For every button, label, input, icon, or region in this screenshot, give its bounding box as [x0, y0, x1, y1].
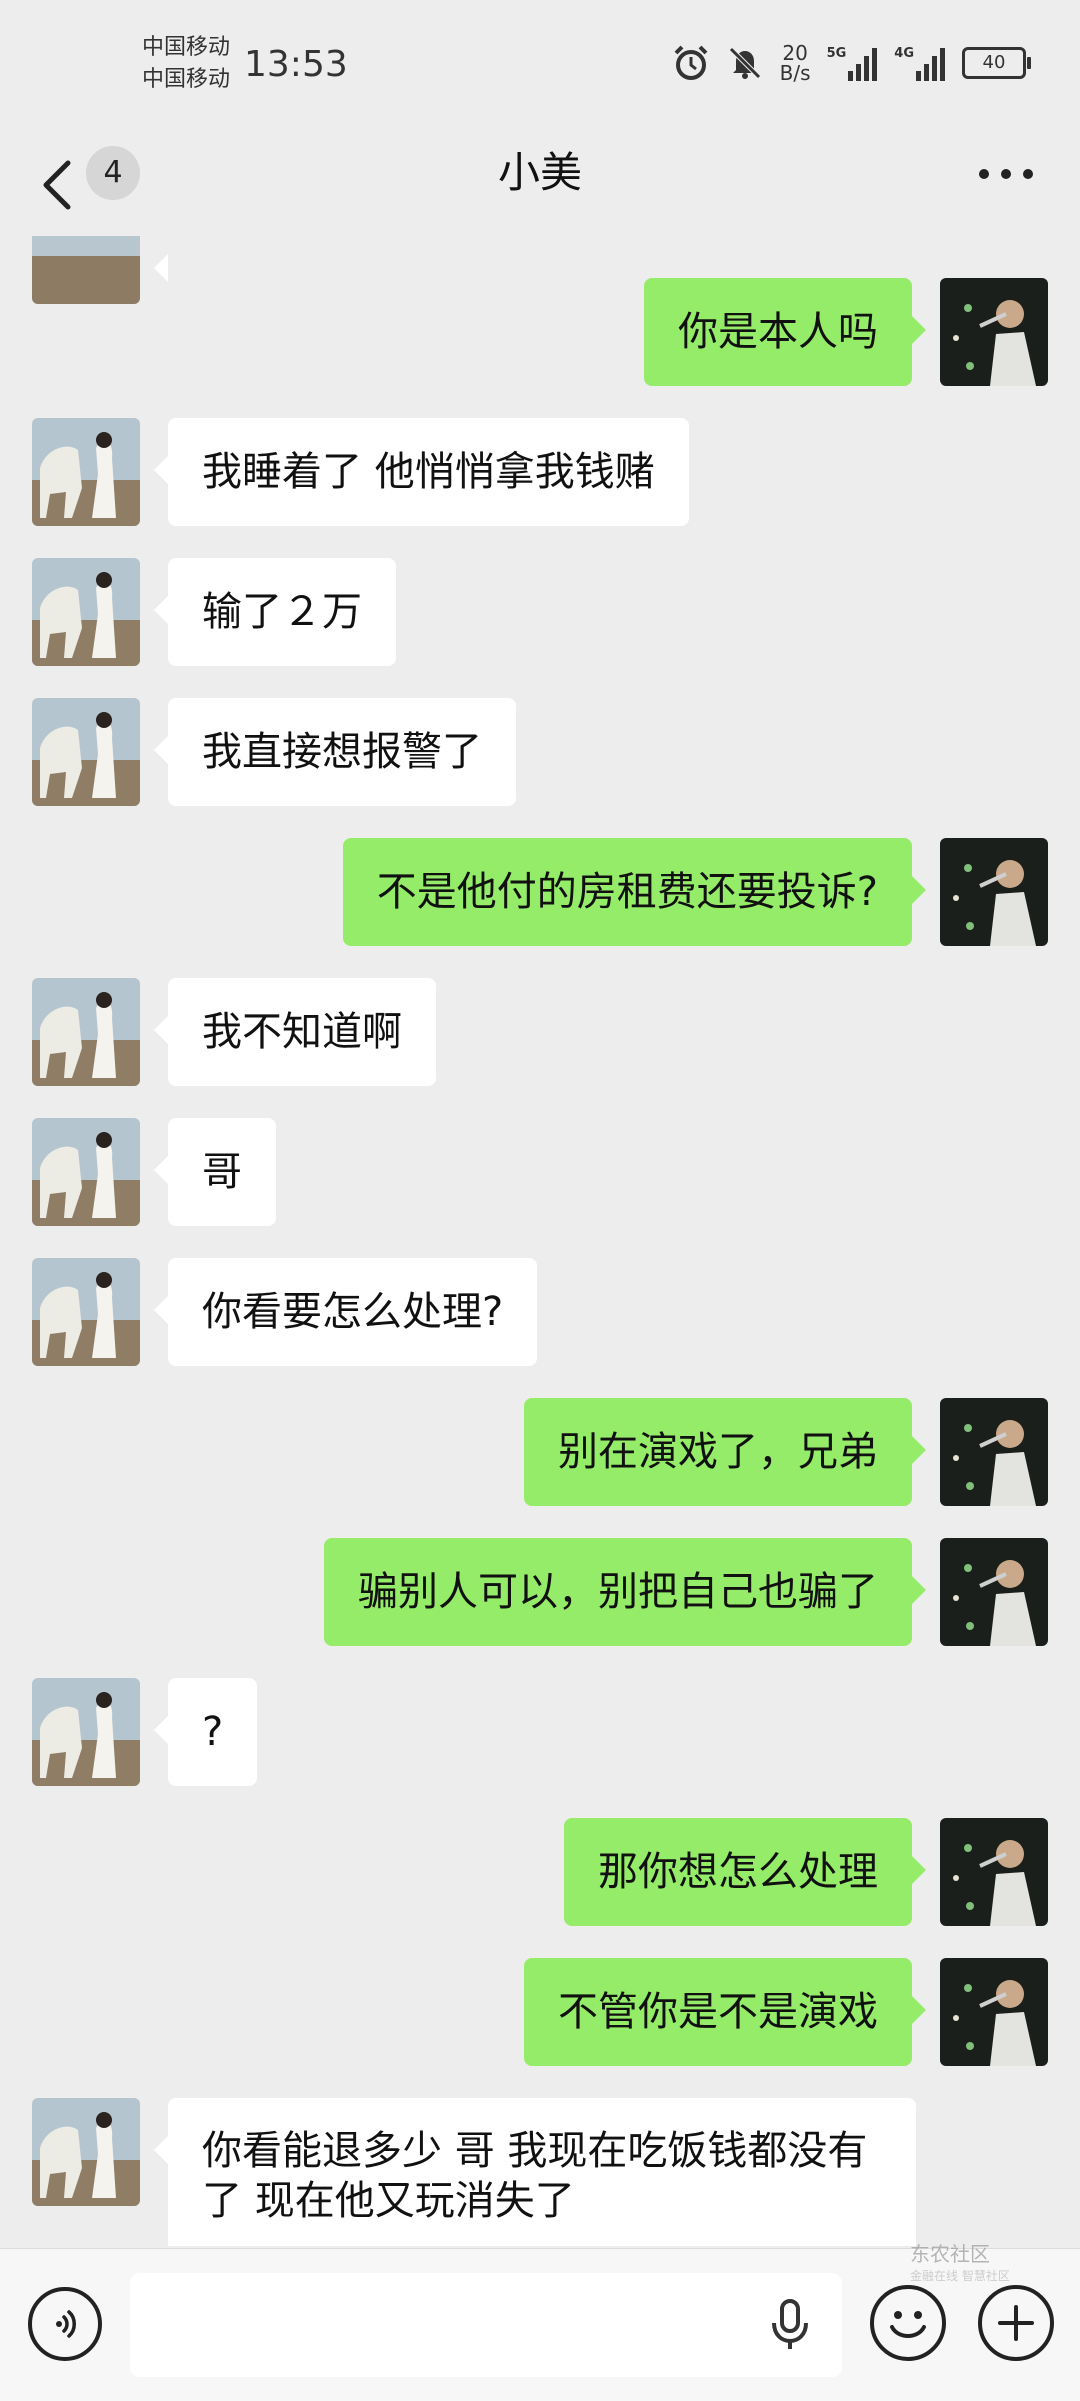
my-avatar[interactable]	[940, 278, 1048, 386]
carrier-1: 中国移动	[142, 35, 231, 60]
contact-avatar[interactable]	[32, 1118, 140, 1226]
my-avatar[interactable]	[940, 838, 1048, 946]
voice-icon	[56, 2310, 76, 2338]
contact-avatar-image	[32, 1678, 140, 1786]
contact-avatar[interactable]	[32, 1258, 140, 1366]
signal-bars-icon	[848, 47, 878, 81]
message-bubble-outgoing[interactable]: 那你想怎么处理	[564, 1818, 926, 1926]
contact-avatar-image	[32, 1258, 140, 1366]
watermark: 东农社区 金融在线 智慧社区	[910, 2238, 1010, 2284]
contact-avatar[interactable]	[32, 2098, 140, 2206]
alarm-icon	[674, 45, 708, 80]
message-bubble-outgoing[interactable]: 不是他付的房租费还要投诉?	[342, 838, 927, 946]
my-avatar-image	[940, 1538, 1048, 1646]
emoji-icon	[890, 2311, 926, 2338]
message-bubble-outgoing[interactable]: 别在演戏了，兄弟	[524, 1398, 926, 1506]
signal-4g-label: 4G	[894, 45, 914, 61]
plus-icon	[998, 2305, 1034, 2341]
my-avatar-image	[940, 1398, 1048, 1506]
chat-header: 4 小美	[0, 130, 1080, 240]
contact-avatar-image	[32, 558, 140, 666]
chat-title: 小美	[497, 148, 582, 197]
contact-avatar-image	[32, 418, 140, 526]
signal-bars-icon	[916, 47, 945, 81]
message-bubble-incoming[interactable]: 输了２万	[154, 558, 396, 666]
contact-avatar-image	[32, 978, 140, 1086]
message-bubble-incoming[interactable]: 你看能退多少 哥 我现在吃饭钱都没有了 现在他又玩消失了	[154, 2098, 916, 2246]
contact-avatar-image	[32, 1118, 140, 1226]
status-time: 13:53	[244, 44, 348, 85]
network-speed: 20 B/s	[780, 43, 811, 83]
message-bubble-incoming[interactable]: 我睡着了 他悄悄拿我钱赌	[154, 418, 689, 526]
message-bubble-outgoing[interactable]: 骗别人可以，别把自己也骗了	[324, 1538, 926, 1646]
contact-avatar[interactable]	[32, 418, 140, 526]
mic-button[interactable]	[770, 2297, 810, 2357]
my-avatar[interactable]	[940, 1958, 1048, 2066]
contact-avatar[interactable]	[32, 698, 140, 806]
message-list[interactable]: 你是本人吗 我睡着了 他悄悄拿我钱赌 输了２万 我直接想报警了 不是他付的房租费…	[0, 236, 1080, 2246]
my-avatar[interactable]	[940, 1538, 1048, 1646]
carrier-2: 中国移动	[142, 67, 231, 92]
signal-4g: 4G	[894, 46, 946, 81]
my-avatar-image	[940, 1818, 1048, 1926]
message-bubble-incoming[interactable]: 哥	[154, 1118, 276, 1226]
contact-avatar[interactable]	[32, 236, 140, 304]
emoji-button[interactable]	[870, 2285, 946, 2361]
contact-avatar-image	[32, 698, 140, 806]
message-bubble-incoming[interactable]: 我直接想报警了	[154, 698, 516, 806]
contact-avatar-image	[32, 2098, 140, 2206]
network-speed-value: 20	[782, 41, 808, 65]
carrier-names: 中国移动 中国移动	[142, 32, 230, 96]
network-speed-unit: B/s	[779, 61, 811, 85]
mic-icon	[772, 2299, 808, 2349]
battery-indicator: 40	[962, 47, 1031, 79]
contact-avatar[interactable]	[32, 1678, 140, 1786]
my-avatar[interactable]	[940, 1818, 1048, 1926]
my-avatar-image	[940, 838, 1048, 946]
message-bubble-incoming[interactable]: 我不知道啊	[154, 978, 436, 1086]
more-dots-icon	[979, 169, 1033, 179]
system-icons: 20 B/s 5G 4G 40	[672, 40, 1031, 86]
signal-5g: 5G	[827, 46, 879, 81]
message-input[interactable]	[130, 2273, 842, 2377]
more-options-button[interactable]	[968, 144, 1044, 204]
voice-mode-button[interactable]	[28, 2287, 102, 2361]
my-avatar-image	[940, 1958, 1048, 2066]
contact-avatar-image	[32, 236, 140, 304]
message-bubble-incoming[interactable]: ?	[153, 1678, 258, 1786]
more-functions-button[interactable]	[978, 2285, 1054, 2361]
signal-5g-label: 5G	[826, 45, 847, 61]
status-bar: 中国移动 中国移动 13:53 20 B/s 5G 4G 40	[0, 0, 1080, 130]
contact-avatar[interactable]	[32, 978, 140, 1086]
my-avatar-image	[940, 278, 1048, 386]
watermark-line-2: 金融在线 智慧社区	[910, 2269, 1010, 2283]
watermark-line-1: 东农社区	[910, 2242, 990, 2266]
message-bubble-incoming[interactable]: 你看要怎么处理?	[153, 1258, 538, 1366]
message-bubble-outgoing[interactable]: 不管你是不是演戏	[524, 1958, 926, 2066]
bell-muted-icon	[728, 47, 761, 79]
my-avatar[interactable]	[940, 1398, 1048, 1506]
message-bubble-outgoing[interactable]: 你是本人吗	[644, 278, 926, 386]
contact-avatar[interactable]	[32, 558, 140, 666]
